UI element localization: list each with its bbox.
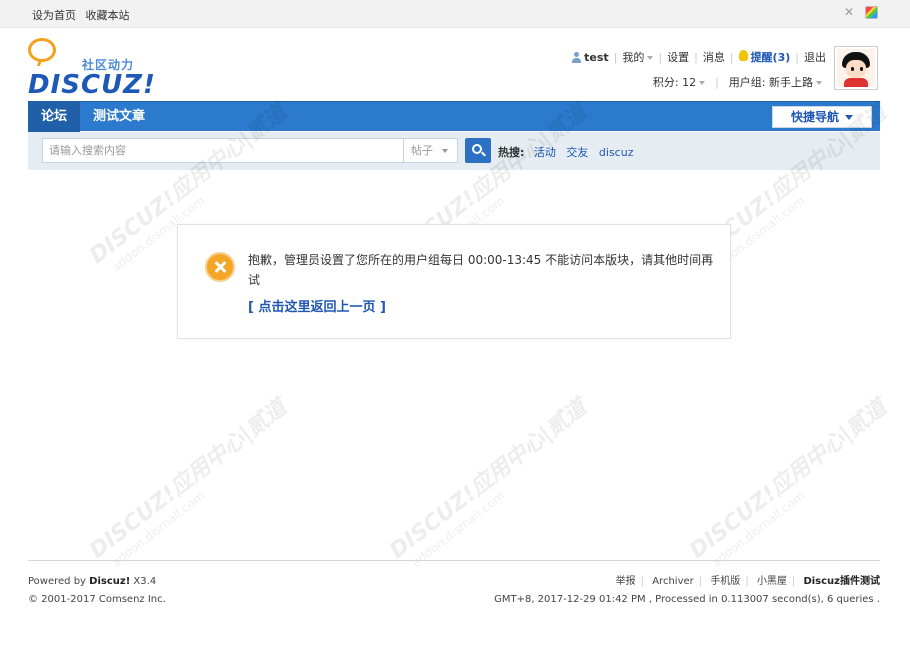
quick-nav-button[interactable]: 快捷导航 bbox=[772, 106, 872, 128]
usergroup-menu[interactable]: 用户组: 新手上路 bbox=[729, 74, 822, 90]
expand-icon[interactable] bbox=[843, 5, 857, 20]
copyright: © 2001-2017 Comsenz Inc. bbox=[28, 594, 166, 605]
footer-stats: GMT+8, 2017-12-29 01:42 PM , Processed i… bbox=[494, 594, 880, 605]
my-menu[interactable]: 我的 bbox=[622, 49, 654, 65]
watermark: DISCUZ!应用中心|贰道addon.dismall.com bbox=[85, 395, 292, 570]
site-name-link[interactable]: Discuz插件测试 bbox=[803, 576, 880, 587]
bulb-icon bbox=[738, 50, 748, 61]
main-nav: 论坛 测试文章 快捷导航 bbox=[28, 101, 880, 132]
remind-link[interactable]: 提醒(3) bbox=[738, 49, 790, 65]
go-back-link[interactable]: [ 点击这里返回上一页 ] bbox=[248, 296, 386, 315]
search-type-select[interactable]: 帖子 bbox=[404, 138, 458, 163]
header: 社区动力 DISCUZ! test | 我的 | 设置 | 消息 | 提醒(3)… bbox=[28, 36, 880, 100]
chevron-down-icon bbox=[647, 56, 654, 60]
footer-right: 举报 | Archiver | 手机版 | 小黑屋 | Discuz插件测试 GMT+8… bbox=[494, 573, 880, 609]
chevron-down-icon bbox=[699, 81, 706, 85]
tab-forum[interactable]: 论坛 bbox=[28, 102, 81, 132]
theme-switch-icon[interactable] bbox=[865, 6, 878, 19]
credit-bar: 积分: 12 | 用户组: 新手上路 bbox=[653, 74, 822, 90]
user-bar: test | 我的 | 设置 | 消息 | 提醒(3) | 退出 bbox=[571, 49, 826, 65]
username-link[interactable]: test bbox=[571, 51, 609, 64]
chevron-down-icon bbox=[442, 149, 448, 153]
chevron-down-icon bbox=[845, 115, 853, 120]
top-links: 设为首页 收藏本站 bbox=[32, 7, 136, 23]
top-tools bbox=[843, 5, 878, 20]
credits-menu[interactable]: 积分: 12 bbox=[653, 74, 706, 90]
bookmark-link[interactable]: 收藏本站 bbox=[86, 9, 130, 22]
logo-bubble-icon bbox=[28, 38, 56, 62]
warning-icon bbox=[205, 252, 235, 282]
archiver-link[interactable]: Archiver bbox=[652, 576, 694, 587]
hot-search-item[interactable]: discuz bbox=[599, 146, 634, 159]
site-logo[interactable]: 社区动力 DISCUZ! bbox=[28, 38, 158, 100]
top-bar: 设为首页 收藏本站 bbox=[0, 0, 910, 28]
footer: Powered by Discuz! X3.4 © 2001-2017 Coms… bbox=[28, 560, 880, 605]
footer-left: Powered by Discuz! X3.4 © 2001-2017 Coms… bbox=[28, 573, 166, 609]
search-bar: 请输入搜索内容 帖子 热搜: 活动 交友 discuz bbox=[28, 132, 880, 170]
logo-wordmark: DISCUZ! bbox=[28, 70, 156, 100]
search-input[interactable]: 请输入搜索内容 bbox=[42, 138, 404, 163]
notice-message: 抱歉，管理员设置了您所在的用户组每日 00:00-13:45 不能访问本版块，请… bbox=[248, 253, 714, 287]
tab-test-article[interactable]: 测试文章 bbox=[80, 102, 158, 132]
discuz-link[interactable]: Discuz! bbox=[89, 576, 130, 587]
report-link[interactable]: 举报 bbox=[616, 576, 636, 587]
mobile-link[interactable]: 手机版 bbox=[710, 576, 740, 587]
notice-box: 抱歉，管理员设置了您所在的用户组每日 00:00-13:45 不能访问本版块，请… bbox=[177, 224, 731, 339]
settings-link[interactable]: 设置 bbox=[667, 49, 689, 65]
logout-link[interactable]: 退出 bbox=[804, 49, 826, 65]
blacklist-link[interactable]: 小黑屋 bbox=[757, 576, 787, 587]
hot-search-item[interactable]: 交友 bbox=[566, 146, 588, 159]
watermark: DISCUZ!应用中心|贰道addon.dismall.com bbox=[385, 395, 592, 570]
messages-link[interactable]: 消息 bbox=[703, 49, 725, 65]
footer-links: 举报 | Archiver | 手机版 | 小黑屋 | Discuz插件测试 bbox=[615, 576, 880, 587]
user-icon bbox=[571, 51, 582, 63]
chevron-down-icon bbox=[816, 81, 822, 85]
set-home-link[interactable]: 设为首页 bbox=[32, 9, 76, 22]
search-button[interactable] bbox=[465, 138, 491, 163]
powered-by: Powered by Discuz! X3.4 bbox=[28, 576, 157, 587]
hot-search-item[interactable]: 活动 bbox=[534, 146, 556, 159]
hot-search-label: 热搜: bbox=[498, 146, 525, 159]
watermark: DISCUZ!应用中心|贰道addon.dismall.com bbox=[685, 395, 892, 570]
hot-search: 热搜: 活动 交友 discuz bbox=[498, 144, 640, 160]
avatar[interactable] bbox=[834, 46, 878, 90]
